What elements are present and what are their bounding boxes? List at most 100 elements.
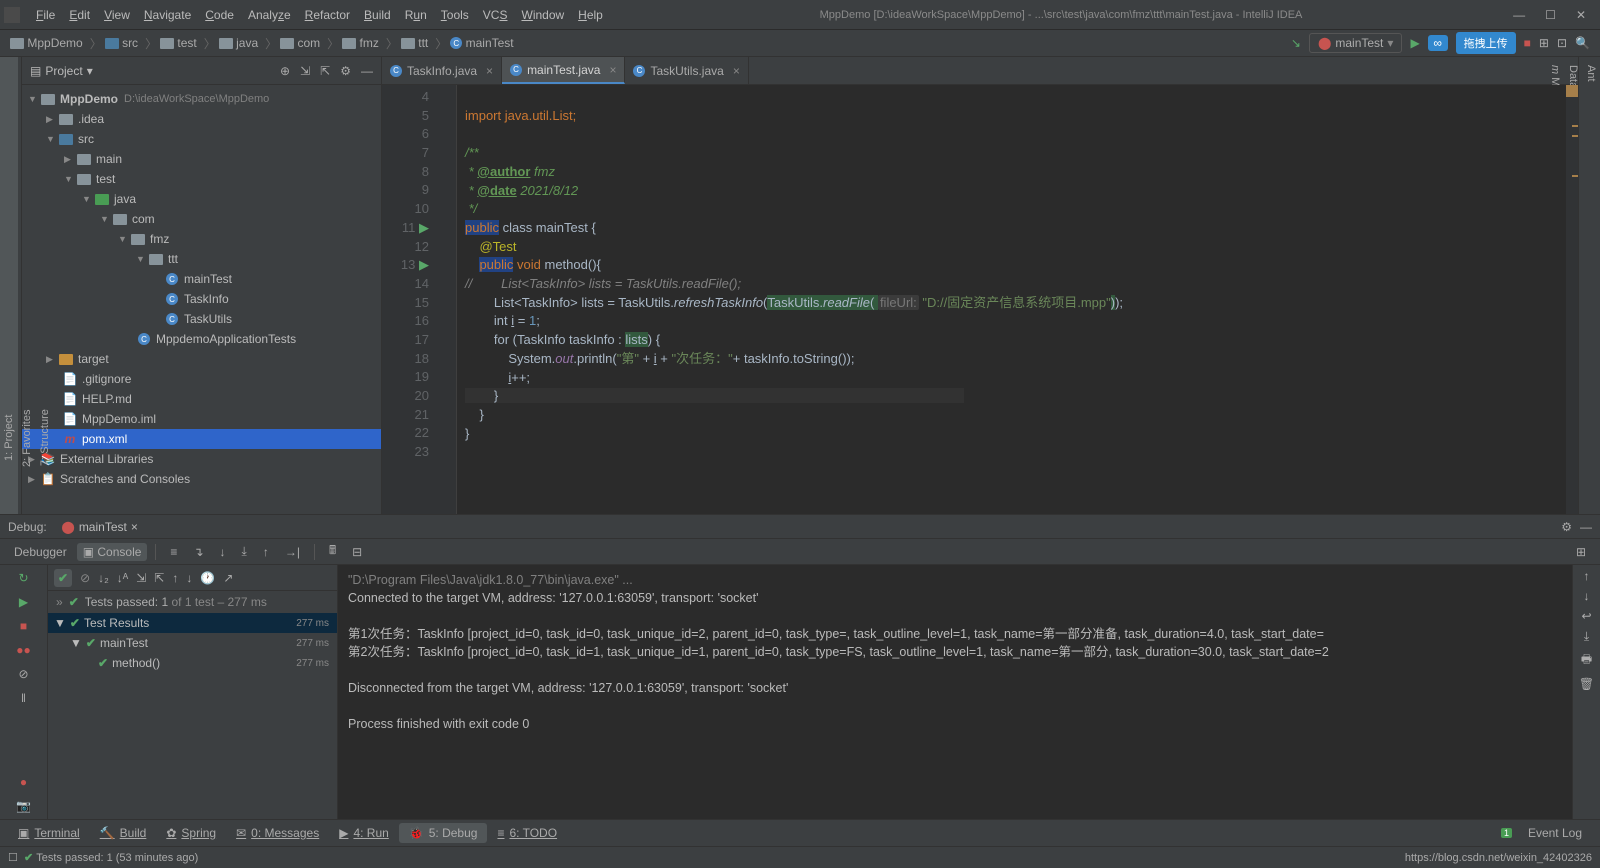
tree-com[interactable]: ▼com	[22, 209, 381, 229]
locate-icon[interactable]: ⊕	[280, 64, 290, 78]
step-into-icon[interactable]: ↴	[187, 543, 209, 561]
collapse-icon[interactable]: ⇱	[320, 64, 330, 78]
debug-settings-icon[interactable]: ⚙	[1561, 520, 1572, 534]
expand-icon[interactable]: ⇲	[300, 64, 310, 78]
run-tab[interactable]: ▶ 4: Run	[329, 823, 399, 843]
tree-root[interactable]: ▼MppDemoD:\ideaWorkSpace\MppDemo	[22, 89, 381, 109]
close-icon[interactable]: ×	[486, 64, 493, 78]
step-out-icon[interactable]: ↑	[257, 543, 275, 561]
mute-bp-icon[interactable]: ⊘	[15, 665, 33, 683]
prev-icon[interactable]: ↑	[172, 571, 178, 585]
tree-help[interactable]: 📄HELP.md	[22, 389, 381, 409]
tab-taskutils[interactable]: CTaskUtils.java×	[625, 57, 748, 84]
layout-icon[interactable]: ⊞	[1539, 36, 1549, 50]
menu-run[interactable]: Run	[399, 4, 433, 26]
crumb-java[interactable]: java	[219, 36, 258, 50]
step-in-icon[interactable]: ↓	[214, 543, 232, 561]
pause-icon[interactable]: ‖	[15, 689, 33, 707]
settings-icon[interactable]: ⊡	[1557, 36, 1567, 50]
console-tab[interactable]: ▣ Console	[77, 543, 148, 561]
up-arrow-icon[interactable]: ↑	[1584, 569, 1590, 583]
tab-taskinfo[interactable]: CTaskInfo.java×	[382, 57, 502, 84]
menu-edit[interactable]: Edit	[63, 4, 96, 26]
tree-src[interactable]: ▼src	[22, 129, 381, 149]
tree-main[interactable]: ▶main	[22, 149, 381, 169]
view-bp-icon[interactable]: ●●	[15, 641, 33, 659]
maximize-button[interactable]: ☐	[1545, 8, 1556, 22]
crumb-src[interactable]: src	[105, 36, 138, 50]
tree-ttt[interactable]: ▼ttt	[22, 249, 381, 269]
close-icon[interactable]: ×	[609, 63, 616, 77]
crumb-ttt[interactable]: ttt	[401, 36, 428, 50]
tree-pom[interactable]: mpom.xml	[22, 429, 381, 449]
settings-gear-icon[interactable]: ⚙	[340, 64, 351, 78]
hide-panel-icon[interactable]: —	[361, 64, 373, 78]
messages-tab[interactable]: ✉ 0: Messages	[226, 823, 329, 843]
down-arrow-icon[interactable]: ↓	[1584, 589, 1590, 603]
crumb-fmz[interactable]: fmz	[342, 36, 379, 50]
menu-code[interactable]: Code	[199, 4, 240, 26]
cloud-icon[interactable]: ∞	[1428, 35, 1448, 51]
menu-help[interactable]: Help	[572, 4, 609, 26]
trace-icon[interactable]: ⊟	[346, 543, 368, 561]
sort-icon[interactable]: ↓₂	[98, 571, 109, 585]
export-icon[interactable]: ↗	[223, 571, 233, 585]
soft-wrap-icon[interactable]: ↩	[1581, 609, 1591, 623]
show-ignored-icon[interactable]: ⊘	[80, 571, 90, 585]
menu-tools[interactable]: Tools	[435, 4, 475, 26]
terminal-tab[interactable]: ▣ Terminal	[8, 823, 90, 843]
spring-tab[interactable]: ✿ Spring	[156, 823, 226, 843]
tree-iml[interactable]: 📄MppDemo.iml	[22, 409, 381, 429]
debugger-tab[interactable]: Debugger	[8, 543, 73, 561]
tree-external[interactable]: ▶📚External Libraries	[22, 449, 381, 469]
upload-button[interactable]: 拖拽上传	[1456, 32, 1516, 54]
history-icon[interactable]: 🕐	[200, 571, 215, 585]
tab-maintest[interactable]: CmainTest.java×	[502, 57, 625, 84]
test-class[interactable]: ▼✔mainTest277 ms	[48, 633, 337, 653]
stop-icon[interactable]: ■	[15, 617, 33, 635]
tree-taskutils[interactable]: CTaskUtils	[22, 309, 381, 329]
menu-analyze[interactable]: Analyze	[242, 4, 297, 26]
menu-navigate[interactable]: Navigate	[138, 4, 197, 26]
stop-button[interactable]: ■	[1524, 36, 1531, 50]
pin-icon[interactable]: ●	[15, 773, 33, 791]
debug-tool-tab[interactable]: 🐞 5: Debug	[399, 823, 488, 843]
crumb-project[interactable]: MppDemo	[10, 36, 83, 50]
tree-test[interactable]: ▼test	[22, 169, 381, 189]
expand-all-icon[interactable]: ⇲	[136, 571, 146, 585]
tree-fmz[interactable]: ▼fmz	[22, 229, 381, 249]
next-icon[interactable]: ↓	[186, 571, 192, 585]
sort-az-icon[interactable]: ↓ᴬ	[117, 571, 128, 585]
run-button[interactable]: ▶	[1410, 36, 1419, 50]
tree-maintest[interactable]: CmainTest	[22, 269, 381, 289]
camera-icon[interactable]: 📷	[15, 797, 33, 815]
scroll-end-icon[interactable]: ⤓	[1584, 629, 1589, 644]
menu-window[interactable]: Window	[515, 4, 570, 26]
crumb-file[interactable]: C mainTest	[450, 36, 513, 50]
test-method[interactable]: ✔method()277 ms	[48, 653, 337, 673]
menu-file[interactable]: File	[30, 4, 61, 26]
close-button[interactable]: ✕	[1576, 8, 1586, 22]
crumb-com[interactable]: com	[280, 36, 320, 50]
crumb-test[interactable]: test	[160, 36, 197, 50]
resume-icon[interactable]: ▶	[15, 593, 33, 611]
status-icon[interactable]: ☐	[8, 851, 18, 864]
menu-vcs[interactable]: VCS	[477, 4, 514, 26]
build-tab[interactable]: 🔨 Build	[90, 823, 157, 843]
layout-icon[interactable]: ⊞	[1570, 543, 1592, 561]
tree-target[interactable]: ▶target	[22, 349, 381, 369]
print-icon[interactable]: 🖶	[1581, 650, 1592, 671]
step-over-icon[interactable]: ≡	[164, 543, 183, 561]
clear-icon[interactable]: 🗑	[1579, 677, 1594, 691]
event-log-tab[interactable]: Event Log	[1518, 823, 1592, 843]
tree-taskinfo[interactable]: CTaskInfo	[22, 289, 381, 309]
menu-build[interactable]: Build	[358, 4, 397, 26]
tree-gitignore[interactable]: 📄.gitignore	[22, 369, 381, 389]
console-output[interactable]: "D:\Program Files\Java\jdk1.8.0_77\bin\j…	[338, 565, 1572, 819]
tree-java[interactable]: ▼java	[22, 189, 381, 209]
rerun-icon[interactable]: ↻	[15, 569, 33, 587]
menu-refactor[interactable]: Refactor	[299, 4, 356, 26]
force-step-icon[interactable]: ⤓	[236, 542, 253, 561]
debug-tab-maintest[interactable]: ⬤mainTest ×	[53, 518, 145, 536]
run-to-cursor-icon[interactable]: →|	[279, 543, 306, 561]
